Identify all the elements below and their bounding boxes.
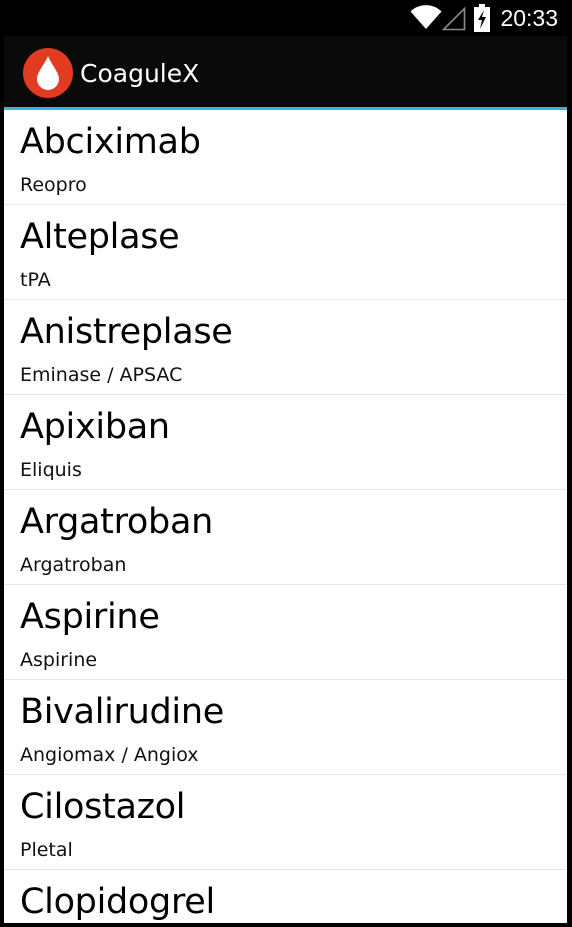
wifi-icon xyxy=(410,5,442,31)
drug-name: Cilostazol xyxy=(20,787,186,827)
drug-brand: Eliquis xyxy=(20,459,82,481)
drug-name: Bivalirudine xyxy=(20,692,224,732)
drug-brand: Argatroban xyxy=(20,554,127,576)
app-window: CoaguleX Abciximab Reopro Alteplase tPA … xyxy=(4,36,567,923)
drug-list: Abciximab Reopro Alteplase tPA Anistrepl… xyxy=(4,110,567,923)
drug-name: Abciximab xyxy=(20,122,201,162)
drug-brand: Pletal xyxy=(20,839,73,861)
list-item[interactable]: Anistreplase Eminase / APSAC xyxy=(4,300,567,395)
drug-name: Argatroban xyxy=(20,502,213,542)
list-item[interactable]: Abciximab Reopro xyxy=(4,110,567,205)
drug-name: Aspirine xyxy=(20,597,160,637)
list-item[interactable]: Alteplase tPA xyxy=(4,205,567,300)
list-item[interactable]: Clopidogrel xyxy=(4,870,567,923)
battery-charging-icon xyxy=(474,4,491,32)
list-item[interactable]: Argatroban Argatroban xyxy=(4,490,567,585)
action-bar: CoaguleX xyxy=(4,36,567,110)
status-bar: 20:33 xyxy=(0,0,572,36)
drug-brand: Reopro xyxy=(20,174,87,196)
status-icons: 20:33 xyxy=(410,0,558,36)
drug-name: Anistreplase xyxy=(20,312,233,352)
drug-name: Apixiban xyxy=(20,407,170,447)
list-item[interactable]: Apixiban Eliquis xyxy=(4,395,567,490)
drug-brand: Eminase / APSAC xyxy=(20,364,183,386)
clock: 20:33 xyxy=(500,5,558,31)
app-title: CoaguleX xyxy=(80,59,200,88)
list-item[interactable]: Cilostazol Pletal xyxy=(4,775,567,870)
blood-drop-icon[interactable] xyxy=(23,48,73,98)
drug-brand: Angiomax / Angiox xyxy=(20,744,199,766)
drug-name: Alteplase xyxy=(20,217,180,257)
list-item[interactable]: Aspirine Aspirine xyxy=(4,585,567,680)
drug-brand: tPA xyxy=(20,269,51,291)
drug-name: Clopidogrel xyxy=(20,882,215,922)
drug-brand: Aspirine xyxy=(20,649,98,671)
cell-signal-icon xyxy=(442,5,466,31)
list-item[interactable]: Bivalirudine Angiomax / Angiox xyxy=(4,680,567,775)
